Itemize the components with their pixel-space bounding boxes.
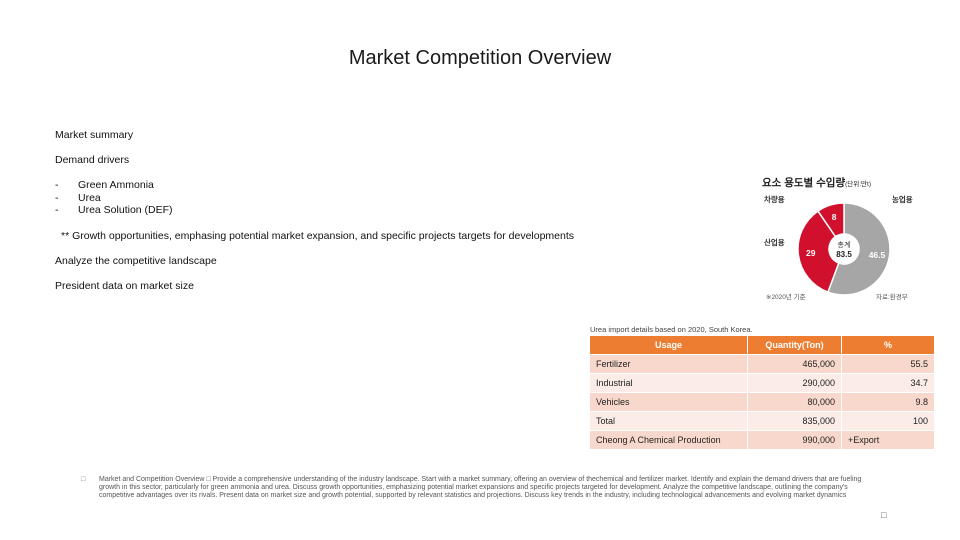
cell-usage: Vehicles	[590, 393, 747, 411]
slice-agri-value-label: 46.5	[869, 250, 886, 260]
table-header-row: Usage Quantity(Ton) %	[590, 336, 934, 354]
column-header-usage: Usage	[590, 336, 747, 354]
cell-quantity: 835,000	[748, 412, 841, 430]
table-row: Cheong A Chemical Production 990,000 +Ex…	[590, 431, 934, 449]
legend-label-agri: 농업용	[892, 195, 913, 204]
chart-title: 요소 용도별 수입량(단위:만t)	[762, 175, 871, 190]
table-row: Industrial 290,000 34.7	[590, 374, 934, 392]
chart-footnote-source: 자료:환경부	[876, 294, 908, 301]
bullet-marker: -	[55, 179, 59, 191]
competitive-landscape-text: Analyze the competitive landscape	[55, 255, 217, 267]
slice-vehicle-value-label: 8	[832, 212, 837, 222]
demand-drivers-text: Demand drivers	[55, 154, 130, 166]
slide-title: Market Competition Overview	[348, 47, 612, 69]
demand-driver-list: - Green Ammonia - Urea - Urea Solution (…	[55, 179, 173, 217]
legend-label-vehicle: 차량용	[764, 195, 785, 204]
chart-title-main: 요소 용도별 수입량	[762, 177, 846, 189]
bullet-text: Green Ammonia	[78, 179, 154, 191]
speaker-notes-text: Market and Competition Overview □ Provid…	[99, 476, 862, 499]
table-row: Fertilizer 465,000 55.5	[590, 355, 934, 373]
cell-percent: 9.8	[842, 393, 934, 411]
notes-marker-icon: □	[81, 476, 86, 483]
cell-percent: +Export	[842, 431, 934, 449]
chart-footnote-year: ※2020년 기준	[766, 294, 806, 301]
legend-label-industrial: 산업용	[764, 238, 785, 247]
table-row: Total 835,000 100	[590, 412, 934, 430]
cell-quantity: 290,000	[748, 374, 841, 392]
market-summary-text: Market summary	[55, 129, 134, 141]
donut-center-label: 총계	[838, 240, 851, 249]
table-caption: Urea import details based on 2020, South…	[590, 325, 753, 334]
list-item: - Green Ammonia	[55, 179, 173, 192]
cell-percent: 34.7	[842, 374, 934, 392]
cell-quantity: 990,000	[748, 431, 841, 449]
cell-percent: 55.5	[842, 355, 934, 373]
column-header-quantity: Quantity(Ton)	[748, 336, 841, 354]
table-row: Vehicles 80,000 9.8	[590, 393, 934, 411]
cell-quantity: 465,000	[748, 355, 841, 373]
list-item: - Urea Solution (DEF)	[55, 204, 173, 217]
bullet-text: Urea	[78, 191, 101, 204]
slice-industrial-value-label: 29	[806, 248, 816, 258]
corner-marker-icon: □	[881, 510, 887, 520]
bullet-marker: -	[55, 191, 59, 204]
urea-import-donut-chart: 46.5 29 8 총계 83.5 요소 용도별 수입량(단위:만t) 차량용 산업용 …	[762, 175, 922, 305]
column-header-percent: %	[842, 336, 934, 354]
cell-usage: Industrial	[590, 374, 747, 392]
donut-center-value: 83.5	[836, 250, 852, 259]
cell-usage: Total	[590, 412, 747, 430]
chart-title-unit: (단위:만t)	[845, 181, 872, 188]
cell-usage: Fertilizer	[590, 355, 747, 373]
bullet-text: Urea Solution (DEF)	[78, 204, 173, 216]
market-size-text: President data on market size	[55, 280, 194, 292]
cell-percent: 100	[842, 412, 934, 430]
cell-usage: Cheong A Chemical Production	[590, 431, 747, 449]
list-item: - Urea	[55, 192, 173, 205]
urea-import-table: Usage Quantity(Ton) % Fertilizer 465,000…	[589, 335, 935, 450]
cell-quantity: 80,000	[748, 393, 841, 411]
bullet-marker: -	[55, 204, 59, 216]
growth-note-text: ** Growth opportunities, emphasing poten…	[61, 230, 575, 242]
